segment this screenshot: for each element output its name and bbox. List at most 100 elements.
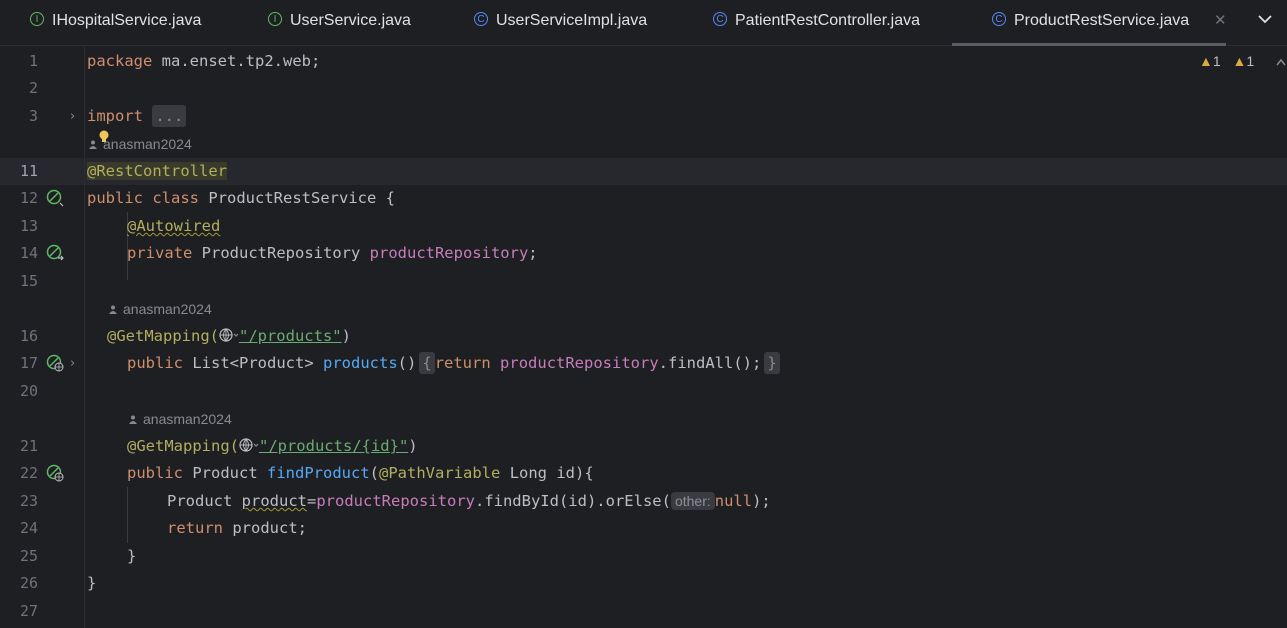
chevron-up-icon[interactable] (1276, 58, 1286, 66)
code-line-23[interactable]: Product product=productRepository.findBy… (167, 488, 771, 515)
keyword: public (127, 354, 183, 372)
method-call: .findAll(); (658, 354, 762, 372)
keyword: return (434, 354, 491, 372)
tab-label: ProductRestService.java (1014, 12, 1190, 29)
keyword: return (167, 519, 223, 537)
gutter-divider (84, 46, 85, 628)
punctuation: ) (408, 437, 418, 455)
tab-label: UserServiceImpl.java (496, 12, 648, 29)
class-icon: C (713, 11, 727, 26)
tab-userserviceimpl[interactable]: C UserServiceImpl.java (474, 0, 647, 45)
punctuation: } (87, 574, 97, 592)
tab-ihospitalservice[interactable]: I IHospitalService.java (30, 0, 201, 45)
punctuation: ) (341, 327, 351, 345)
tab-label: UserService.java (290, 12, 411, 29)
chevron-down-icon[interactable] (1256, 10, 1274, 28)
line-number: 26 (19, 574, 38, 592)
bean-icon[interactable] (46, 244, 64, 262)
annotation: @PathVariable (379, 464, 501, 482)
code-line-12[interactable]: public class ProductRestService { (87, 185, 395, 212)
parameter-hint: other: (670, 492, 715, 510)
method-name: findProduct (267, 464, 370, 482)
punctuation: ); (752, 492, 771, 510)
punctuation: () (397, 354, 417, 372)
code-line-24[interactable]: return product; (167, 515, 307, 542)
line-number: 13 (19, 217, 38, 235)
globe-icon[interactable] (219, 328, 239, 342)
editor-tab-bar: I IHospitalService.java I UserService.java… (0, 0, 1287, 46)
fold-chevron-icon[interactable]: › (70, 356, 75, 371)
keyword: private (127, 244, 193, 262)
code-line-1[interactable]: package ma.enset.tp2.web; (87, 48, 320, 75)
string-literal: "/products" (238, 327, 342, 345)
line-number: 20 (19, 382, 38, 400)
keyword: class (152, 189, 200, 207)
annotation: @GetMapping( (107, 327, 219, 345)
author-name: anasman2024 (123, 301, 212, 317)
person-icon (129, 415, 137, 424)
method-name: products (323, 354, 398, 372)
keyword: public (127, 464, 183, 482)
author-name: anasman2024 (143, 411, 232, 427)
string-literal: "/products/{id}" (258, 437, 409, 455)
tab-patientrestcontroller[interactable]: C PatientRestController.java (713, 0, 920, 45)
bulb-icon[interactable] (99, 130, 109, 144)
web-endpoint-icon[interactable] (46, 354, 64, 372)
type: ProductRepository (201, 244, 361, 262)
warning-icon: ▲ (1232, 53, 1247, 69)
person-icon (109, 305, 117, 314)
keyword: package (87, 52, 153, 70)
punctuation: = (307, 492, 317, 510)
tab-productrestservice[interactable]: C ProductRestService.java (951, 0, 1227, 46)
line-number: 12 (19, 189, 38, 207)
tab-userservice[interactable]: I UserService.java (268, 0, 411, 45)
parameter: Long id){ (509, 464, 594, 482)
keyword: public (87, 189, 143, 207)
annotation: @RestController (87, 162, 227, 180)
code-line-17[interactable]: public List<Product> products(){return p… (127, 350, 780, 377)
tab-label: PatientRestController.java (735, 12, 920, 29)
code-line-26[interactable]: } (87, 570, 96, 597)
type: Product (167, 492, 233, 510)
punctuation: } (127, 547, 137, 565)
annotation: @Autowired (127, 217, 221, 235)
warning-count: 1 (1212, 53, 1221, 69)
code-line-11[interactable]: @RestController (87, 158, 227, 185)
inspection-widget[interactable]: ▲1 ▲1 (1199, 53, 1254, 69)
code-line-3[interactable]: import ... (87, 103, 187, 130)
folded-brace[interactable]: } (764, 352, 780, 374)
class-icon: C (474, 11, 488, 26)
close-icon[interactable]: ✕ (1214, 11, 1227, 29)
type: Product (192, 464, 258, 482)
class-icon: C (992, 11, 1006, 26)
line-number: 27 (19, 602, 38, 620)
folded-imports[interactable]: ... (152, 105, 187, 127)
folded-brace[interactable]: { (419, 352, 435, 374)
keyword: null (714, 492, 753, 510)
code-line-21[interactable]: @GetMapping("/products/{id}") (127, 433, 418, 460)
field: productRepository (500, 354, 659, 372)
line-number: 16 (19, 327, 38, 345)
person-icon (89, 140, 97, 149)
bean-icon[interactable] (46, 189, 64, 207)
method-call: .findById(id).orElse( (474, 492, 671, 510)
indent-guide (127, 487, 128, 543)
fold-chevron-icon[interactable]: › (70, 109, 75, 124)
code-line-22[interactable]: public Product findProduct(@PathVariable… (127, 460, 594, 487)
field: productRepository (316, 492, 475, 510)
tab-label: IHospitalService.java (52, 12, 202, 29)
line-number: 17 (19, 354, 38, 372)
web-endpoint-icon[interactable] (46, 464, 64, 482)
code-line-13[interactable]: @Autowired (127, 213, 220, 240)
local-variable: product (241, 492, 307, 510)
code-line-14[interactable]: private ProductRepository productReposit… (127, 240, 538, 267)
interface-icon: I (268, 11, 282, 26)
globe-icon[interactable] (239, 438, 259, 452)
code-line-16[interactable]: @GetMapping( "/products") (107, 323, 351, 350)
code-line-25[interactable]: } (127, 543, 136, 570)
interface-icon: I (30, 11, 44, 26)
author-hint: anasman2024 (109, 299, 212, 319)
line-number: 25 (19, 547, 38, 565)
field: productRepository (369, 244, 529, 262)
keyword: import (87, 107, 143, 125)
